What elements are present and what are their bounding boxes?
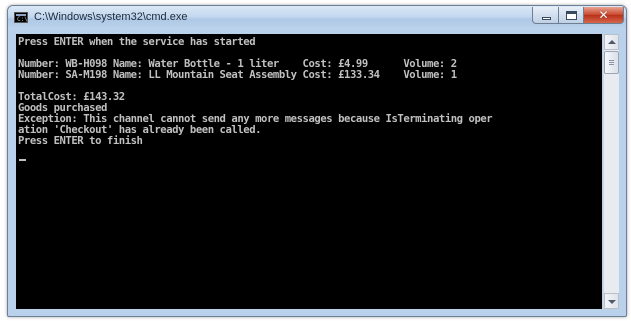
- console-icon[interactable]: C:\: [14, 12, 28, 23]
- scroll-down-button[interactable]: [604, 293, 619, 309]
- console-window: C:\ C:\Windows\system32\cmd.exe ✕ Press …: [7, 5, 627, 317]
- scroll-up-button[interactable]: [604, 34, 619, 50]
- grip-line: [609, 64, 614, 65]
- vertical-scrollbar[interactable]: [603, 34, 619, 309]
- grip-line: [609, 60, 614, 61]
- console-line: Number: SA-M198 Name: LL Mountain Seat A…: [18, 69, 457, 81]
- window-title: C:\Windows\system32\cmd.exe: [34, 11, 188, 23]
- console-icon-label: C:\: [17, 16, 28, 23]
- close-button[interactable]: ✕: [584, 7, 624, 24]
- console-output[interactable]: Press ENTER when the service has started…: [16, 34, 602, 309]
- minimize-icon: [542, 17, 551, 20]
- scrollbar-thumb[interactable]: [604, 51, 619, 74]
- maximize-button[interactable]: [559, 7, 584, 24]
- console-line: Press ENTER when the service has started: [18, 36, 256, 48]
- console-line: Press ENTER to finish: [18, 135, 143, 147]
- grip-line: [609, 62, 614, 63]
- down-arrow-icon: [608, 300, 616, 304]
- title-bar[interactable]: C:\ C:\Windows\system32\cmd.exe ✕: [8, 6, 626, 30]
- text-cursor: [19, 159, 26, 161]
- maximize-icon: [566, 11, 577, 20]
- up-arrow-icon: [608, 40, 616, 44]
- minimize-button[interactable]: [532, 7, 559, 24]
- close-icon: ✕: [598, 8, 609, 22]
